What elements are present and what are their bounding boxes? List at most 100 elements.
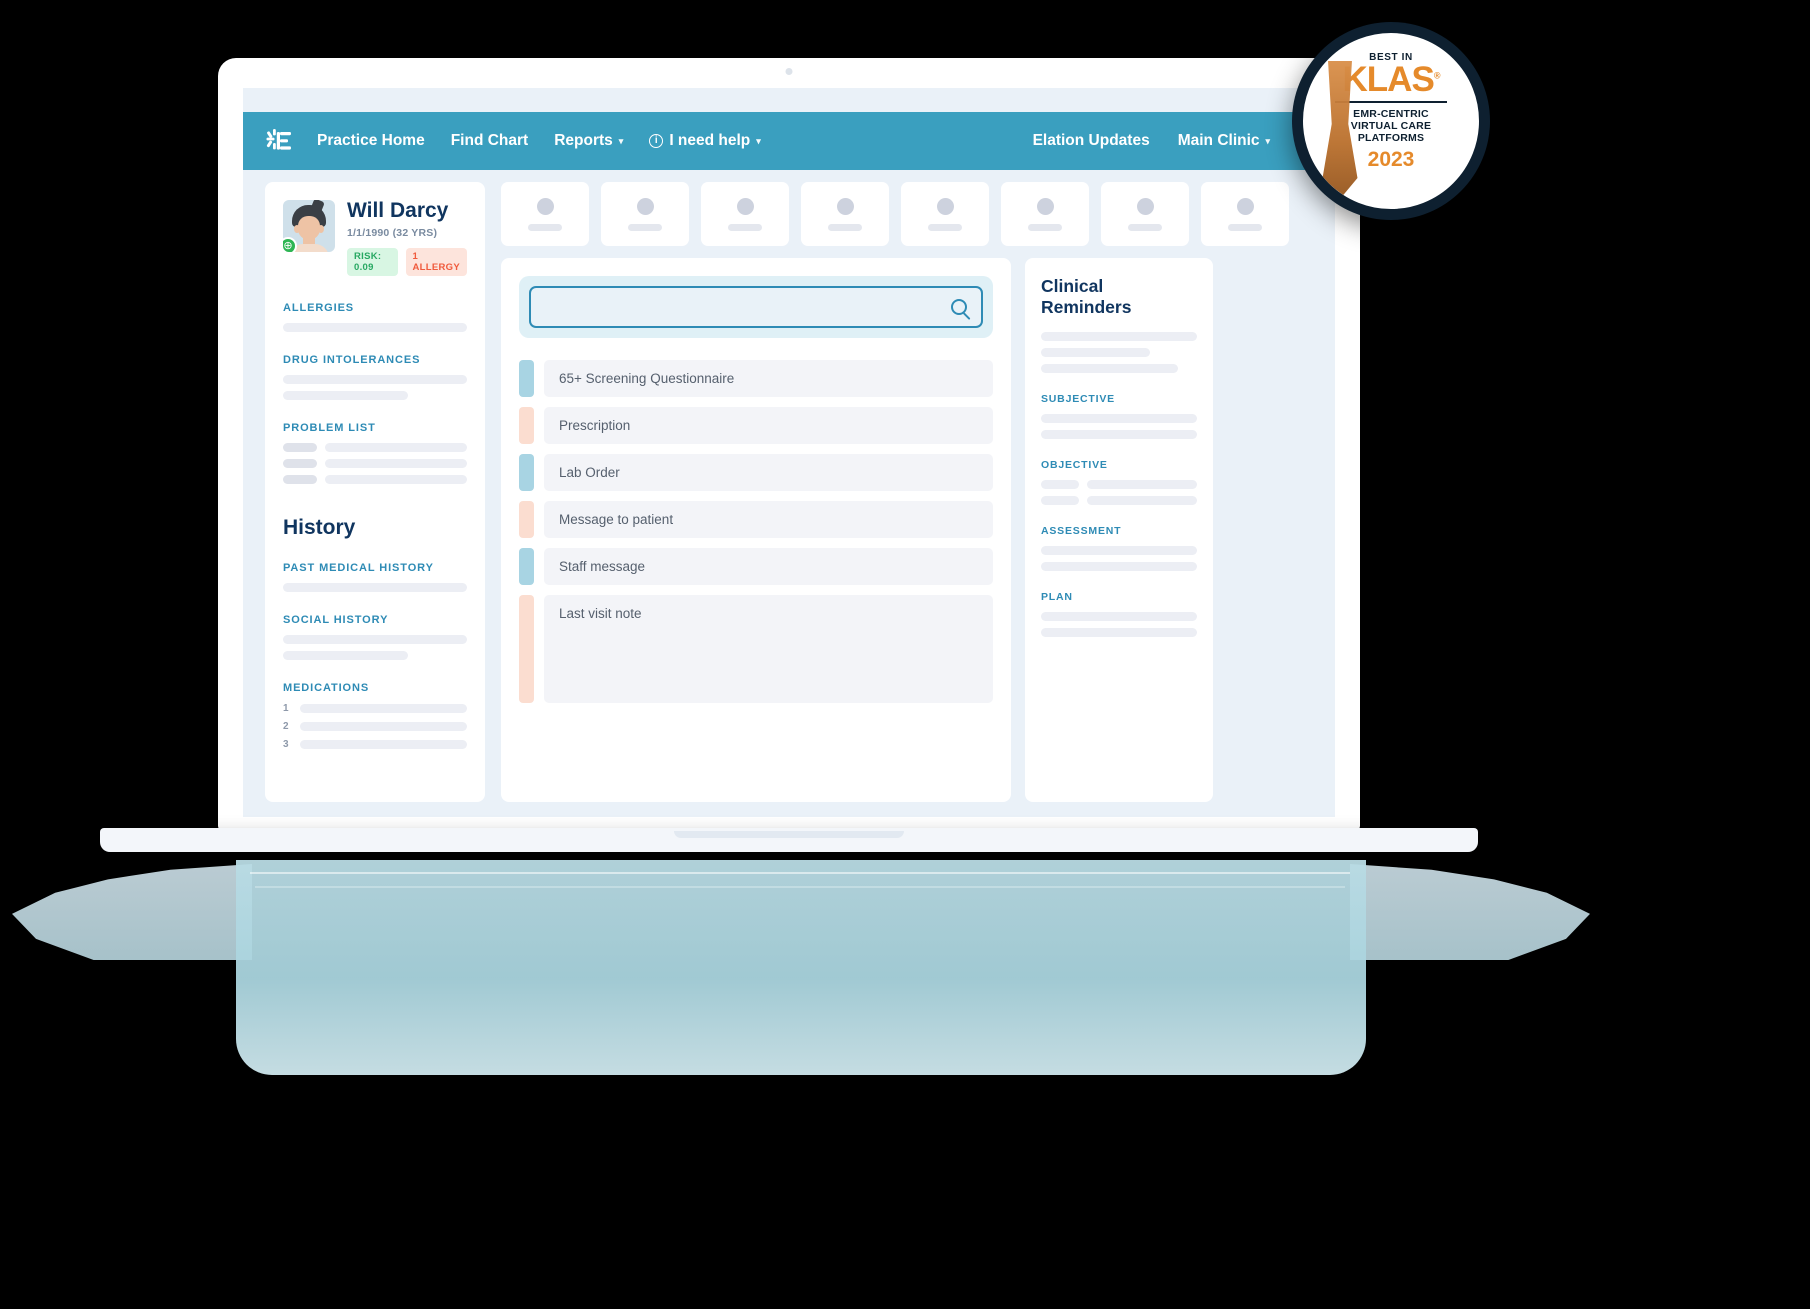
- placeholder-bar: [283, 651, 409, 661]
- option-list: 65+ Screening Questionnaire Prescription…: [519, 360, 993, 703]
- nav-tab-strip: [501, 182, 1313, 246]
- list-item[interactable]: Prescription: [519, 407, 993, 444]
- nav-link-main-clinic[interactable]: Main Clinic ▾: [1178, 132, 1270, 150]
- sidebar-section-drug-intolerances: DRUG INTOLERANCES: [283, 354, 421, 367]
- nav-link-label: Find Chart: [450, 132, 529, 149]
- search-input[interactable]: [529, 286, 983, 328]
- sidebar-section-allergies: ALLERGIES: [283, 302, 355, 315]
- nav-link-practice-home[interactable]: Practice Home: [317, 132, 425, 150]
- tab-icon: [1236, 197, 1254, 215]
- list-item[interactable]: Message to patient: [519, 501, 993, 538]
- tab-icon: [1036, 197, 1054, 215]
- medication-index: 3: [283, 739, 289, 751]
- item-color-tag: [519, 548, 534, 585]
- placeholder-bar: [1041, 612, 1197, 621]
- panel-section-objective: OBJECTIVE: [1041, 459, 1108, 471]
- nav-link-label: Elation Updates: [1032, 132, 1150, 149]
- tab-label-placeholder: [628, 223, 662, 231]
- nav-link-reports[interactable]: Reports ▾: [554, 132, 623, 150]
- list-item[interactable]: Staff message: [519, 548, 993, 585]
- nav-link-i-need-help[interactable]: i I need help ▾: [649, 132, 761, 150]
- nav-tab-card[interactable]: [1101, 182, 1189, 246]
- tab-label-placeholder: [1228, 223, 1262, 231]
- laptop-lid: Practice Home Find Chart Reports ▾ i I n…: [218, 58, 1360, 830]
- placeholder-bar: [1041, 348, 1151, 357]
- placeholder-row: [1041, 480, 1197, 489]
- registered-mark: ®: [1433, 70, 1441, 81]
- list-item[interactable]: Last visit note: [519, 595, 993, 703]
- list-item[interactable]: Lab Order: [519, 454, 993, 491]
- nav-tab-card[interactable]: [701, 182, 789, 246]
- allergy-badge[interactable]: 1 ALLERGY: [405, 248, 467, 277]
- tab-icon: [636, 197, 654, 215]
- trackpad-notch: [674, 831, 904, 838]
- list-item-label: Lab Order: [544, 454, 993, 491]
- badge-face: BEST IN KLAS® EMR-CENTRIC VIRTUAL CARE P…: [1301, 31, 1481, 211]
- search-icon[interactable]: [951, 299, 967, 315]
- placeholder-row: [283, 459, 467, 469]
- placeholder-bar: [1041, 332, 1197, 341]
- tab-label-placeholder: [828, 223, 862, 231]
- item-color-tag: [519, 407, 534, 444]
- patient-dob: 1/1/1990 (32 YRS): [347, 227, 438, 240]
- badge-year: 2023: [1367, 147, 1415, 171]
- patient-sidebar: ⊕ Will Darcy 1/1/1990 (32 YRS) RISK: 0.0…: [265, 182, 485, 802]
- nav-tab-card[interactable]: [601, 182, 689, 246]
- badge-subtitle-line-1: EMR-CENTRIC: [1353, 107, 1429, 120]
- placeholder-bar: [1041, 628, 1197, 637]
- laptop-reflection: [0, 846, 1590, 1086]
- list-item-label: Last visit note: [544, 595, 993, 703]
- medication-row: 1: [283, 703, 467, 714]
- nav-link-find-chart[interactable]: Find Chart: [451, 132, 529, 150]
- item-color-tag: [519, 501, 534, 538]
- laptop-base: [100, 828, 1478, 852]
- tab-icon: [936, 197, 954, 215]
- app-body: ⊕ Will Darcy 1/1/1990 (32 YRS) RISK: 0.0…: [243, 170, 1335, 817]
- placeholder-bar: [283, 375, 467, 385]
- badge-klas-word: KLAS®: [1343, 62, 1441, 97]
- nav-tab-card[interactable]: [901, 182, 989, 246]
- best-in-klas-badge: BEST IN KLAS® EMR-CENTRIC VIRTUAL CARE P…: [1292, 22, 1490, 220]
- clinical-reminders-panel: Clinical Reminders SUBJECTIVE OBJECTIVE …: [1025, 258, 1213, 802]
- nav-tab-card[interactable]: [801, 182, 889, 246]
- nav-tab-card[interactable]: [1201, 182, 1289, 246]
- badge-klas-text: KLAS: [1342, 60, 1435, 99]
- placeholder-bar: [283, 583, 467, 593]
- placeholder-row: [283, 475, 467, 485]
- tab-label-placeholder: [728, 223, 762, 231]
- nav-link-label: Main Clinic: [1177, 132, 1260, 149]
- panel-section-plan: PLAN: [1041, 591, 1073, 603]
- sidebar-section-medications: MEDICATIONS: [283, 682, 370, 695]
- nav-tab-card[interactable]: [1001, 182, 1089, 246]
- nav-link-label: Reports: [554, 132, 613, 149]
- tab-icon: [836, 197, 854, 215]
- panel-section-assessment: ASSESSMENT: [1041, 525, 1122, 537]
- nav-link-elation-updates[interactable]: Elation Updates: [1033, 132, 1150, 150]
- tab-icon: [736, 197, 754, 215]
- nav-links: Practice Home Find Chart Reports ▾ i I n…: [317, 132, 787, 150]
- medication-row: 3: [283, 739, 467, 750]
- panel-section-subjective: SUBJECTIVE: [1041, 393, 1115, 405]
- medication-index: 2: [283, 721, 289, 733]
- screenshot-stage: Practice Home Find Chart Reports ▾ i I n…: [0, 0, 1810, 1309]
- elation-sparkle-logo[interactable]: [265, 126, 295, 156]
- list-item-label: Message to patient: [544, 501, 993, 538]
- nav-tab-card[interactable]: [501, 182, 589, 246]
- list-item-label: Prescription: [544, 407, 993, 444]
- tab-icon: [536, 197, 554, 215]
- item-color-tag: [519, 454, 534, 491]
- medication-row: 2: [283, 721, 467, 732]
- sidebar-section-past-medical-history: PAST MEDICAL HISTORY: [283, 562, 434, 575]
- badge-subtitle: EMR-CENTRIC VIRTUAL CARE PLATFORMS: [1351, 108, 1431, 145]
- placeholder-row: [1041, 496, 1197, 505]
- placeholder-row: [283, 443, 467, 453]
- laptop-screen: Practice Home Find Chart Reports ▾ i I n…: [243, 88, 1335, 817]
- patient-header: ⊕ Will Darcy 1/1/1990 (32 YRS) RISK: 0.0…: [283, 199, 467, 277]
- chevron-down-icon: ▾: [1265, 135, 1271, 146]
- placeholder-bar: [1041, 562, 1197, 571]
- globe-icon: ⊕: [283, 237, 297, 252]
- item-color-tag: [519, 595, 534, 703]
- placeholder-bar: [283, 391, 409, 401]
- list-item[interactable]: 65+ Screening Questionnaire: [519, 360, 993, 397]
- risk-badge[interactable]: RISK: 0.09: [347, 248, 398, 277]
